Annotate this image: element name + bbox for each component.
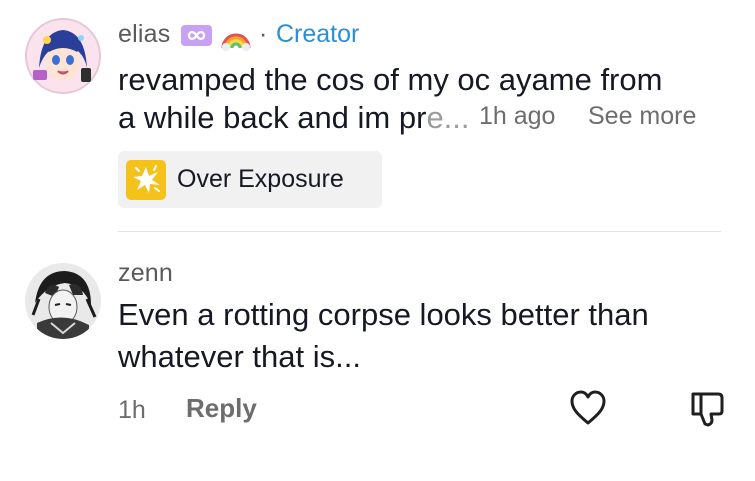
reply-button[interactable]: Reply [186, 393, 257, 424]
comment-text-line: whatever that is... [118, 339, 361, 374]
effect-label: Over Exposure [177, 165, 344, 193]
comment-username[interactable]: zenn [118, 259, 173, 288]
comment-text-truncated: e... [426, 100, 470, 135]
comment-text-line: a while back and im pre... [118, 98, 470, 138]
thumbs-down-icon[interactable] [688, 389, 728, 429]
comment-text-start: a while back and im pr [118, 100, 427, 135]
comment-text-line: Even a rotting corpse looks better than [118, 297, 649, 332]
see-more-button[interactable]: See more [588, 102, 696, 131]
comment-timestamp: 1h [118, 396, 146, 424]
effect-chip[interactable]: Over Exposure [118, 151, 382, 208]
rainbow-icon [220, 20, 252, 52]
sparkle-burst-icon [126, 160, 166, 200]
comment-text-line: revamped the cos of my oc ayame from [118, 62, 663, 97]
avatar-elias[interactable] [25, 18, 101, 94]
comment-timestamp: 1h ago [479, 102, 556, 130]
badge-separator: · [259, 20, 268, 48]
infinity-icon [181, 25, 212, 46]
heart-icon[interactable] [568, 389, 608, 427]
comment-username[interactable]: elias [118, 20, 170, 49]
avatar-zenn[interactable] [25, 263, 101, 339]
creator-label: Creator [276, 20, 360, 48]
divider [118, 231, 721, 232]
